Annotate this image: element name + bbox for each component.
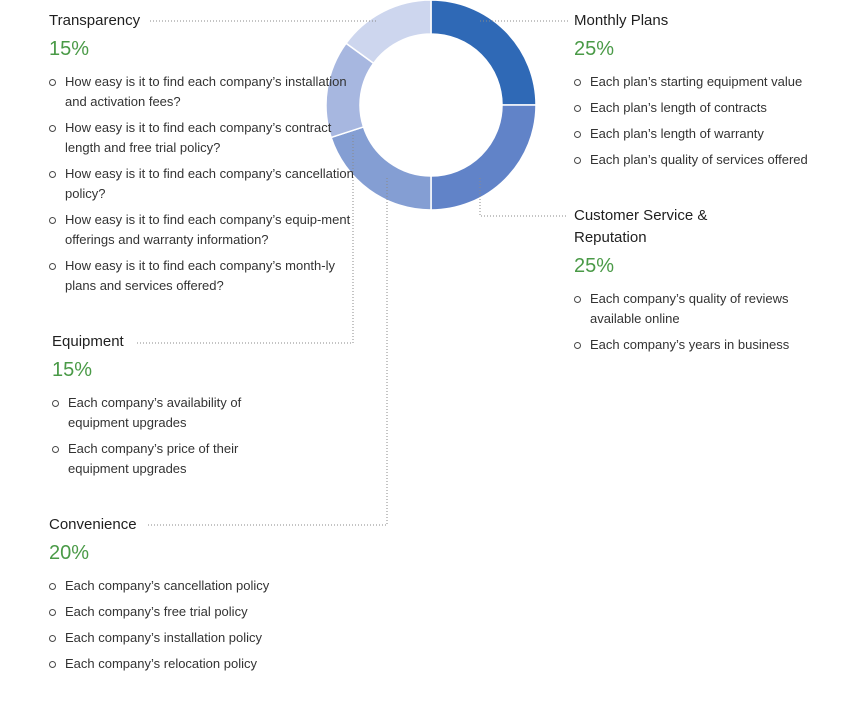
list-item: How easy is it to find each company’s co… [49, 118, 359, 158]
category-customer-service: Customer Service & Reputation 25% Each c… [574, 205, 814, 355]
list-item: Each company’s price of their equipment … [52, 439, 277, 479]
list-item: Each company’s relocation policy [49, 654, 349, 674]
category-transparency: Transparency 15% How easy is it to find … [49, 10, 359, 296]
list-item-text: Each company’s years in business [590, 337, 790, 352]
list-item-text: How easy is it to find each company’s co… [65, 120, 332, 155]
list-item-text: Each plan’s starting equipment value [590, 74, 803, 89]
slice-monthly-plans [430, 0, 537, 106]
list-item-text: Each company’s price of their equipment … [68, 441, 239, 476]
list-item-text: Each plan’s length of contracts [590, 100, 767, 115]
category-equipment: Equipment 15% Each company’s availabilit… [52, 331, 277, 479]
list-item: Each plan’s length of contracts [574, 98, 844, 118]
list-item: Each plan’s starting equipment value [574, 72, 844, 92]
list-item-text: Each company’s availability of equipment… [68, 395, 242, 430]
bullet-icon [49, 79, 56, 86]
list-item-text: Each plan’s quality of services offered [590, 152, 808, 167]
bullet-icon [574, 296, 581, 303]
list-item-text: Each company’s installation policy [65, 630, 263, 645]
category-percent: 25% [574, 38, 615, 60]
category-percent: 20% [49, 542, 90, 564]
slice-customer-service-reputation [430, 104, 537, 211]
bullet-icon [574, 105, 581, 112]
list-item-text: Each company’s relocation policy [65, 656, 257, 671]
bullet-icon [49, 635, 56, 642]
category-title: Transparency [49, 12, 141, 29]
list-item: Each plan’s length of warranty [574, 124, 844, 144]
bullet-icon [52, 400, 59, 407]
bullet-icon [49, 661, 56, 668]
list-item: Each company’s free trial policy [49, 602, 349, 622]
list-item: How easy is it to find each company’s in… [49, 72, 359, 112]
category-monthly-plans: Monthly Plans 25% Each plan’s starting e… [574, 10, 844, 170]
criteria-list: Each company’s cancellation policy Each … [49, 576, 349, 674]
criteria-list: Each company’s availability of equipment… [52, 393, 277, 479]
category-title-line2: Reputation [574, 229, 647, 246]
category-title: Equipment [52, 333, 124, 350]
list-item-text: Each company’s free trial policy [65, 604, 248, 619]
category-convenience: Convenience 20% Each company’s cancellat… [49, 514, 349, 674]
list-item: Each company’s availability of equipment… [52, 393, 277, 433]
list-item-text: How easy is it to find each company’s eq… [65, 212, 351, 247]
list-item: Each company’s cancellation policy [49, 576, 349, 596]
list-item: Each plan’s quality of services offered [574, 150, 844, 170]
bullet-icon [49, 263, 56, 270]
list-item-text: How easy is it to find each company’s in… [65, 74, 347, 109]
category-percent: 15% [49, 38, 90, 60]
list-item: How easy is it to find each company’s eq… [49, 210, 359, 250]
criteria-list: How easy is it to find each company’s in… [49, 72, 359, 296]
category-title: Customer Service & [574, 207, 708, 224]
bullet-icon [574, 131, 581, 138]
category-percent: 15% [52, 359, 93, 381]
list-item-text: How easy is it to find each company’s mo… [65, 258, 335, 293]
bullet-icon [49, 609, 56, 616]
category-title: Monthly Plans [574, 12, 669, 29]
criteria-list: Each plan’s starting equipment value Eac… [574, 72, 844, 170]
bullet-icon [574, 79, 581, 86]
bullet-icon [49, 171, 56, 178]
list-item: Each company’s quality of reviews availa… [574, 289, 814, 329]
list-item: How easy is it to find each company’s ca… [49, 164, 359, 204]
category-title: Convenience [49, 516, 137, 533]
bullet-icon [574, 342, 581, 349]
list-item-text: Each company’s quality of reviews availa… [590, 291, 789, 326]
criteria-list: Each company’s quality of reviews availa… [574, 289, 814, 355]
list-item: Each company’s years in business [574, 335, 814, 355]
list-item: Each company’s installation policy [49, 628, 349, 648]
bullet-icon [49, 125, 56, 132]
bullet-icon [49, 217, 56, 224]
category-percent: 25% [574, 255, 615, 277]
bullet-icon [52, 446, 59, 453]
list-item-text: Each company’s cancellation policy [65, 578, 270, 593]
list-item-text: Each plan’s length of warranty [590, 126, 764, 141]
list-item-text: How easy is it to find each company’s ca… [65, 166, 354, 201]
bullet-icon [49, 583, 56, 590]
bullet-icon [574, 157, 581, 164]
list-item: How easy is it to find each company’s mo… [49, 256, 359, 296]
